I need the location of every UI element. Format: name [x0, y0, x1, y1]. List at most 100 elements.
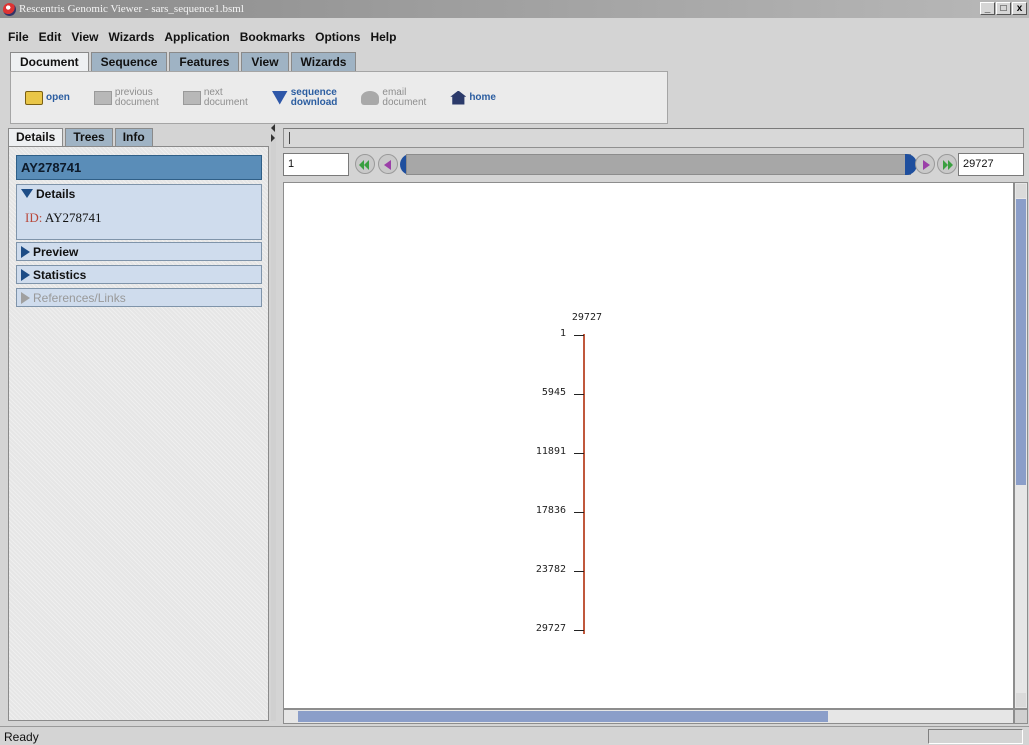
ruler-tick	[574, 571, 584, 572]
window-controls: _ □ x	[980, 2, 1027, 15]
references-links-section-title: References/Links	[33, 290, 126, 305]
menu-bookmarks[interactable]: Bookmarks	[240, 30, 305, 44]
accession-header[interactable]: AY278741	[16, 155, 262, 180]
email-document-button[interactable]: email document	[361, 86, 427, 108]
ruler-tick-label: 17836	[535, 505, 566, 516]
statistics-section-header[interactable]: Statistics	[17, 266, 261, 283]
previous-document-button[interactable]: previous document	[93, 86, 159, 108]
ruler-tick	[574, 394, 584, 395]
references-links-section-header: References/Links	[17, 289, 261, 306]
menu-options[interactable]: Options	[315, 30, 360, 44]
details-panel: AY278741 Details ID: AY278741 Preview St…	[8, 146, 269, 721]
ruler-tick	[574, 512, 584, 513]
ruler-length-label: 29727	[571, 312, 602, 323]
panel-splitter[interactable]	[271, 124, 276, 721]
preview-section[interactable]: Preview	[16, 242, 262, 261]
scroll-down-arrow-icon[interactable]	[1016, 693, 1026, 707]
tab-features[interactable]: Features	[169, 52, 240, 71]
folder-icon	[25, 90, 43, 105]
left-panel-tabs: Details Trees Info	[8, 128, 155, 146]
status-bar: Ready	[0, 726, 1029, 745]
references-links-section: References/Links	[16, 288, 262, 307]
sequence-navigator: 1 29727	[283, 153, 1024, 177]
splitter-left-arrow-icon[interactable]	[271, 124, 275, 132]
ruler-tick-label: 23782	[535, 564, 566, 575]
expand-triangle-icon	[21, 291, 30, 304]
next-document-label: next document	[203, 86, 248, 108]
next-document-button[interactable]: next document	[182, 86, 248, 108]
double-left-arrow-icon-part	[364, 160, 369, 170]
tab-info[interactable]: Info	[114, 128, 153, 146]
vertical-scroll-thumb[interactable]	[1016, 199, 1026, 485]
main-tab-bar: Document Sequence Features View Wizards	[10, 52, 358, 71]
tab-sequence[interactable]: Sequence	[90, 52, 168, 71]
left-arrow-icon	[384, 160, 391, 170]
expand-triangle-icon	[21, 245, 30, 258]
statistics-section-title: Statistics	[33, 267, 87, 282]
menu-edit[interactable]: Edit	[39, 30, 62, 44]
previous-document-label: previous document	[114, 86, 159, 108]
tab-wizards[interactable]: Wizards	[290, 52, 357, 71]
menu-file[interactable]: File	[8, 30, 29, 44]
download-icon	[271, 90, 288, 105]
status-progress-box	[928, 729, 1023, 744]
open-button[interactable]: open	[25, 90, 70, 105]
app-logo-icon	[3, 2, 16, 16]
tab-view[interactable]: View	[241, 52, 289, 71]
preview-section-title: Preview	[33, 244, 79, 259]
sequence-canvas[interactable]: 29727 1 5945 11891 17836 23782 29727	[283, 182, 1014, 709]
details-section-header[interactable]: Details	[17, 185, 261, 202]
menu-application[interactable]: Application	[164, 30, 229, 44]
tab-document[interactable]: Document	[10, 52, 89, 71]
previous-document-icon	[93, 90, 112, 105]
home-icon	[450, 90, 467, 105]
minimize-button[interactable]: _	[980, 2, 995, 15]
vertical-scrollbar[interactable]	[1014, 182, 1028, 709]
jump-to-start-button[interactable]	[355, 154, 375, 174]
close-button[interactable]: x	[1012, 2, 1027, 15]
id-label: ID:	[25, 210, 43, 225]
home-label: home	[469, 91, 496, 103]
sequence-download-button[interactable]: sequence download	[271, 87, 337, 108]
window-title: Rescentris Genomic Viewer - sars_sequenc…	[19, 3, 244, 15]
splitter-right-arrow-icon[interactable]	[271, 134, 275, 142]
id-row: ID: AY278741	[17, 202, 261, 239]
menu-wizards[interactable]: Wizards	[108, 30, 154, 44]
ruler-tick-label: 1	[559, 328, 566, 339]
ruler-tick-label: 11891	[535, 446, 566, 457]
email-icon	[361, 90, 380, 105]
double-right-arrow-icon-part	[948, 160, 953, 170]
next-document-icon	[182, 90, 201, 105]
title-bar: Rescentris Genomic Viewer - sars_sequenc…	[0, 0, 1029, 18]
step-right-button[interactable]	[915, 154, 935, 174]
tab-trees[interactable]: Trees	[65, 128, 113, 146]
horizontal-scroll-thumb[interactable]	[298, 711, 828, 722]
range-slider-track[interactable]	[406, 154, 911, 175]
home-button[interactable]: home	[450, 90, 496, 105]
horizontal-scrollbar[interactable]	[283, 709, 1014, 724]
menu-view[interactable]: View	[71, 30, 98, 44]
preview-section-header[interactable]: Preview	[17, 243, 261, 260]
maximize-button[interactable]: □	[996, 2, 1011, 15]
step-left-button[interactable]	[378, 154, 398, 174]
expand-triangle-icon	[21, 268, 30, 281]
end-position-input[interactable]: 29727	[958, 153, 1024, 176]
open-label: open	[46, 91, 70, 103]
sequence-ruler-line	[583, 334, 585, 634]
document-toolbar: open previous document next document seq…	[10, 71, 668, 124]
scroll-up-arrow-icon[interactable]	[1016, 184, 1026, 198]
jump-to-end-button[interactable]	[937, 154, 957, 174]
menu-help[interactable]: Help	[370, 30, 396, 44]
status-text: Ready	[4, 730, 39, 744]
tab-details[interactable]: Details	[8, 128, 64, 146]
ruler-tick	[574, 335, 584, 336]
details-section: Details ID: AY278741	[16, 184, 262, 240]
overview-strip	[283, 128, 1024, 148]
ruler-tick	[574, 630, 584, 631]
right-arrow-icon	[923, 160, 930, 170]
email-document-label: email document	[382, 86, 427, 108]
start-position-input[interactable]: 1	[283, 153, 349, 176]
statistics-section[interactable]: Statistics	[16, 265, 262, 284]
collapse-triangle-icon	[21, 189, 33, 198]
scroll-corner	[1014, 709, 1028, 724]
